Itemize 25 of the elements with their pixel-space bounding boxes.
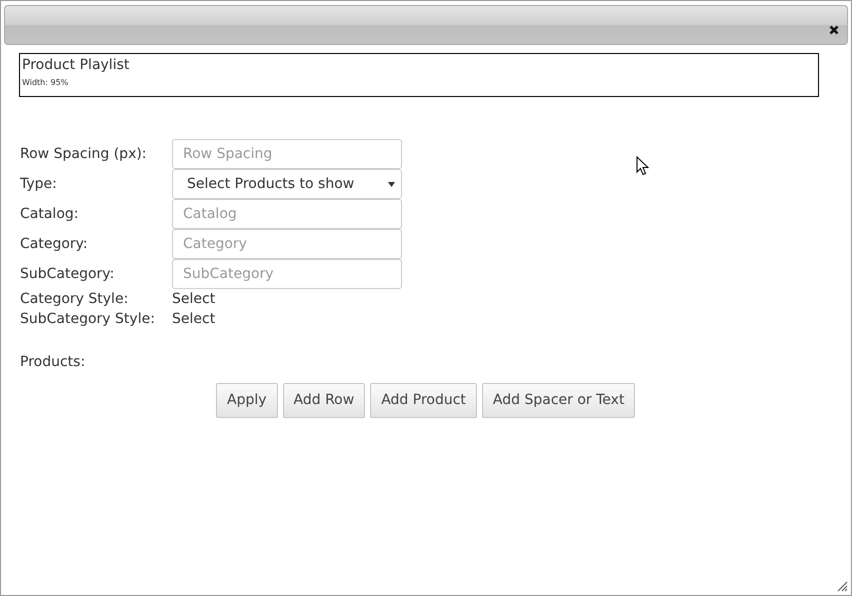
input-field[interactable]: Row Spacing xyxy=(172,139,402,169)
action-button[interactable]: Add Row xyxy=(282,383,366,418)
action-button[interactable]: Add Product xyxy=(370,383,477,418)
field-label: SubCategory: xyxy=(20,264,116,284)
field-label: Row Spacing (px): xyxy=(20,144,148,164)
field-label: Category Style: xyxy=(20,290,130,309)
resize-grip-icon[interactable] xyxy=(837,581,848,592)
widget-title: Product Playlist xyxy=(22,56,130,74)
input-field[interactable]: Category xyxy=(172,229,402,259)
field-label: Category: xyxy=(20,234,89,254)
select-dropdown[interactable]: Select Products to show xyxy=(172,169,402,199)
field-label: Catalog: xyxy=(20,204,80,224)
close-button[interactable] xyxy=(829,25,839,35)
width-note: Width: 95% xyxy=(22,78,70,88)
field-value: Select xyxy=(172,310,216,329)
action-button[interactable]: Apply xyxy=(216,383,278,418)
caret-icon xyxy=(388,182,395,186)
cursor-icon xyxy=(636,156,649,176)
action-button[interactable]: Add Spacer or Text xyxy=(482,383,636,418)
input-field[interactable]: SubCategory xyxy=(172,259,402,289)
products-label: Products: xyxy=(20,353,86,372)
field-label: SubCategory Style: xyxy=(20,310,156,329)
field-label: Type: xyxy=(20,174,58,194)
field-value: Select xyxy=(172,290,216,309)
input-field[interactable]: Catalog xyxy=(172,199,402,229)
